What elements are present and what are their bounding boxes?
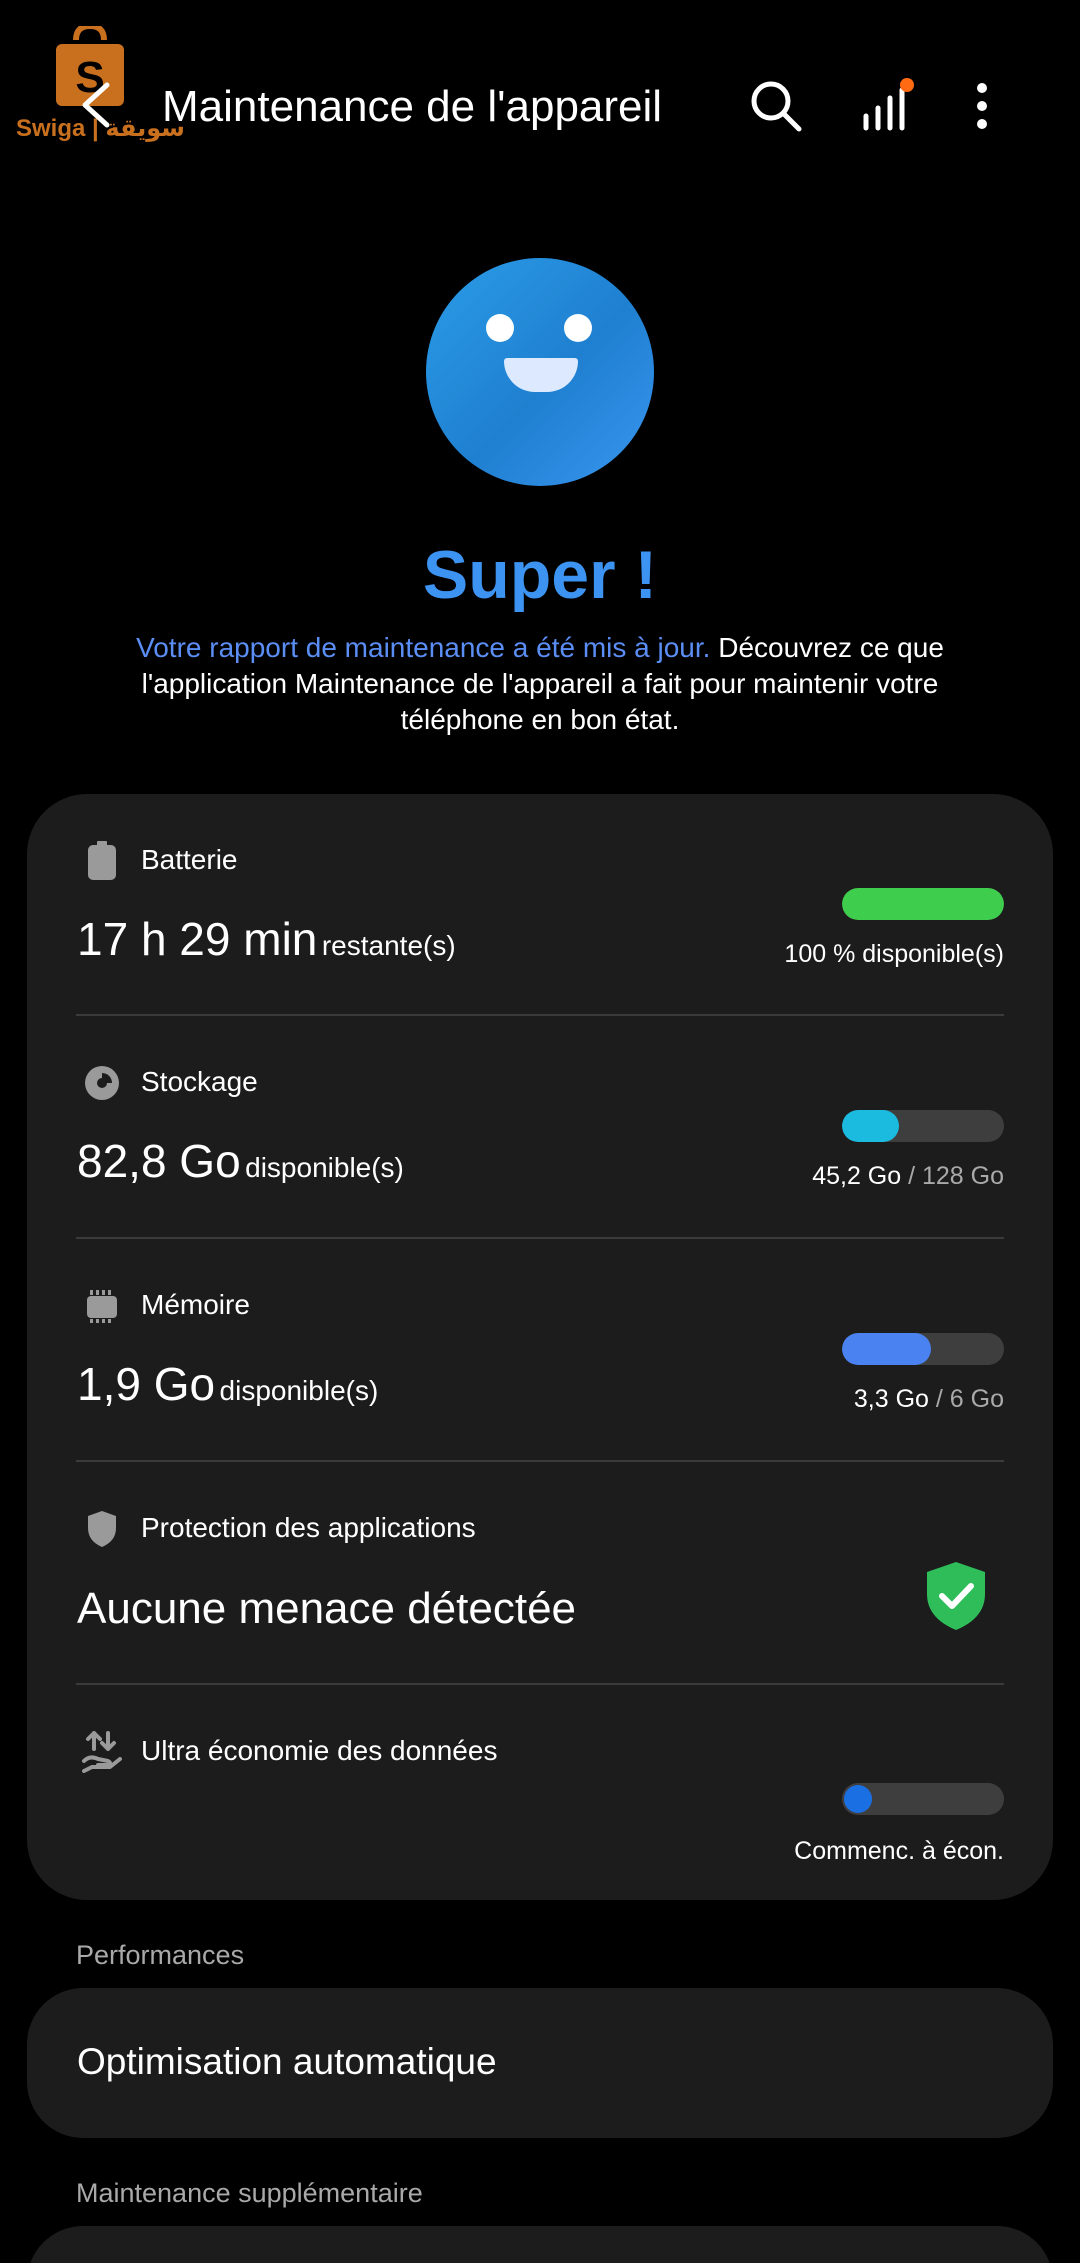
storage-usage-text: 45,2 Go / 128 Go bbox=[812, 1162, 1004, 1191]
data-saver-status: Commenc. à écon. bbox=[794, 1837, 1004, 1865]
app-protection-label: Protection des applications bbox=[141, 1512, 476, 1543]
battery-row[interactable]: Batterie 17 h 29 min restante(s) 100 % d… bbox=[27, 794, 1053, 1017]
face-eye bbox=[564, 314, 592, 342]
page-title: Maintenance de l'appareil bbox=[162, 82, 663, 131]
data-saver-label: Ultra économie des données bbox=[141, 1735, 498, 1766]
memory-chip-icon bbox=[81, 1285, 123, 1327]
pie-chart-icon bbox=[81, 1062, 123, 1104]
app-protection-status: Aucune menace détectée bbox=[77, 1584, 577, 1633]
extra-maintenance-section-title: Maintenance supplémentaire bbox=[76, 2178, 423, 2208]
more-options-button[interactable] bbox=[948, 72, 1016, 140]
face-mouth bbox=[504, 358, 578, 392]
toggle-knob bbox=[844, 1785, 872, 1813]
shield-icon bbox=[81, 1508, 123, 1550]
memory-usage-bar bbox=[842, 1333, 1004, 1365]
memory-free: 1,9 Go bbox=[77, 1358, 216, 1410]
shield-check-icon bbox=[927, 1562, 985, 1630]
description-link[interactable]: Votre rapport de maintenance a été mis à… bbox=[136, 632, 710, 663]
status-headline: Super ! bbox=[422, 537, 658, 613]
memory-row[interactable]: Mémoire 1,9 Go disponible(s) 3,3 Go / 6 … bbox=[27, 1239, 1053, 1462]
memory-suffix: disponible(s) bbox=[219, 1375, 379, 1406]
storage-free: 82,8 Go bbox=[77, 1135, 241, 1187]
data-transfer-icon bbox=[81, 1731, 123, 1773]
face-eye bbox=[486, 314, 514, 342]
storage-label: Stockage bbox=[141, 1066, 258, 1097]
back-icon bbox=[82, 82, 110, 128]
storage-usage-bar bbox=[842, 1110, 1004, 1142]
search-icon bbox=[751, 81, 802, 132]
auto-optimization-label: Optimisation automatique bbox=[77, 2041, 497, 2082]
storage-value: 82,8 Go disponible(s) bbox=[77, 1134, 404, 1188]
memory-usage-text: 3,3 Go / 6 Go bbox=[854, 1385, 1004, 1414]
back-button[interactable] bbox=[62, 70, 132, 140]
smiley-face-icon bbox=[426, 258, 654, 486]
reports-button[interactable] bbox=[852, 72, 920, 140]
more-vertical-icon bbox=[977, 83, 987, 129]
storage-usage-fill bbox=[842, 1110, 900, 1142]
memory-used: 3,3 Go bbox=[853, 1385, 929, 1413]
battery-level-fill bbox=[842, 888, 1004, 920]
battery-value: 17 h 29 min restante(s) bbox=[77, 912, 456, 966]
app-protection-row[interactable]: Protection des applications Aucune menac… bbox=[27, 1462, 1053, 1685]
search-button[interactable] bbox=[742, 72, 810, 140]
storage-total: / 128 Go bbox=[908, 1162, 1004, 1190]
extra-maintenance-card[interactable] bbox=[27, 2226, 1053, 2263]
battery-time: 17 h 29 min bbox=[77, 913, 318, 965]
battery-label: Batterie bbox=[141, 844, 238, 875]
battery-level-bar bbox=[842, 888, 1004, 920]
battery-available: 100 % disponible(s) bbox=[784, 940, 1004, 968]
status-description: Votre rapport de maintenance a été mis à… bbox=[110, 630, 970, 738]
maintenance-summary-card: Batterie 17 h 29 min restante(s) 100 % d… bbox=[27, 794, 1053, 1900]
memory-total: / 6 Go bbox=[935, 1385, 1004, 1413]
notification-dot bbox=[900, 78, 914, 92]
memory-value: 1,9 Go disponible(s) bbox=[77, 1357, 378, 1411]
storage-row[interactable]: Stockage 82,8 Go disponible(s) 45,2 Go /… bbox=[27, 1016, 1053, 1239]
auto-optimization-item[interactable]: Optimisation automatique bbox=[27, 1988, 1053, 2138]
battery-suffix: restante(s) bbox=[321, 930, 456, 961]
battery-icon bbox=[81, 840, 123, 882]
data-saver-row[interactable]: Ultra économie des données Commenc. à éc… bbox=[27, 1685, 1053, 1908]
memory-usage-fill bbox=[842, 1333, 932, 1365]
storage-suffix: disponible(s) bbox=[245, 1152, 404, 1183]
memory-label: Mémoire bbox=[141, 1289, 250, 1320]
performance-section-title: Performances bbox=[76, 1940, 245, 1970]
storage-used: 45,2 Go bbox=[812, 1162, 902, 1190]
data-saver-toggle[interactable] bbox=[842, 1783, 1004, 1815]
app-bar: S Swiga | سويقة Maintenance de l'apparei… bbox=[0, 0, 1080, 220]
bar-chart-icon bbox=[863, 78, 914, 131]
